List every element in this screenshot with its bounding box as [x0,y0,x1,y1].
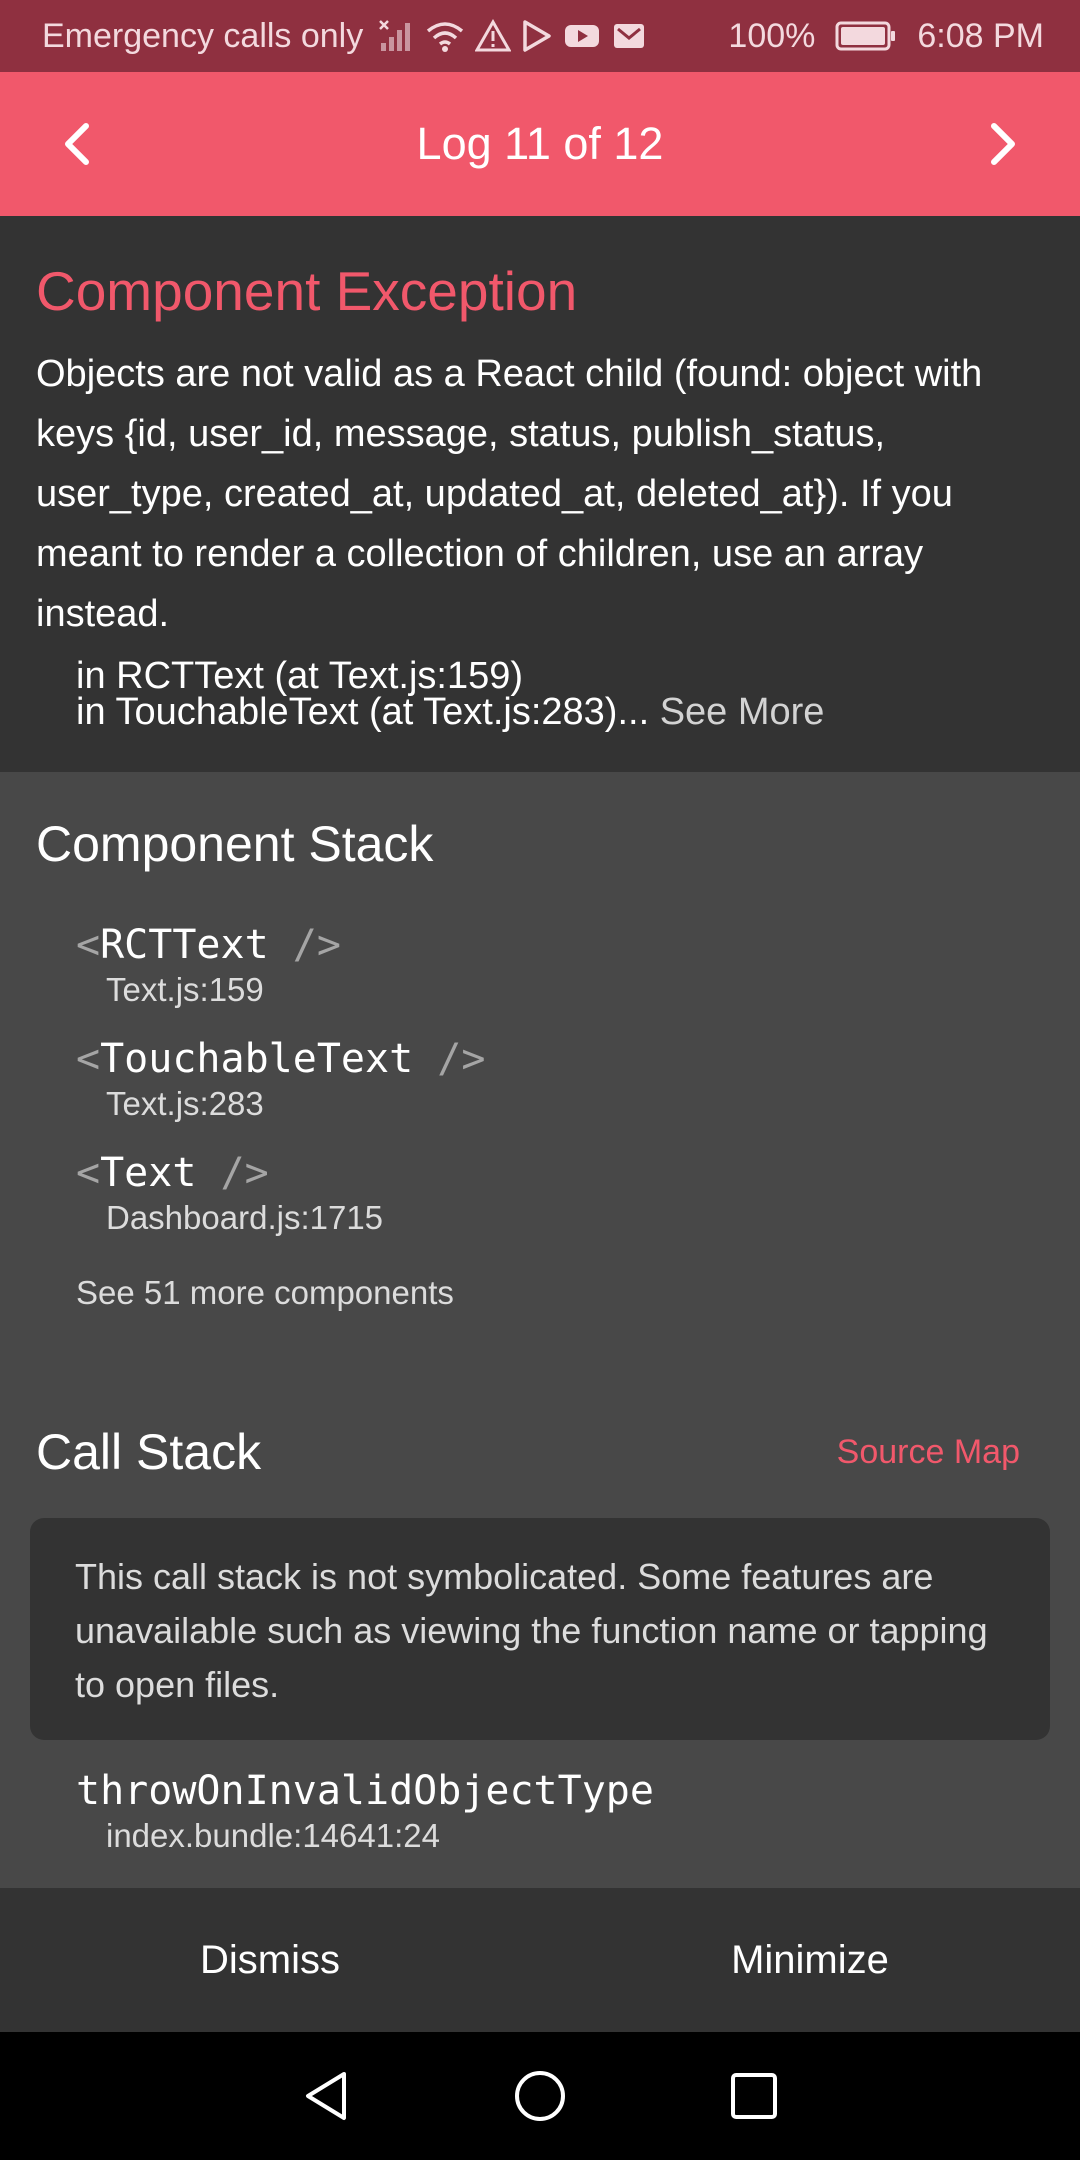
source-map-button[interactable]: Source Map [837,1433,1020,1472]
exception-stack-line: in RCTText (at Text.js:159) [76,655,524,697]
frame-name: <TouchableText /> [76,1036,486,1082]
status-left: Emergency calls only [42,17,647,56]
next-log-button[interactable] [930,72,1074,216]
frame-component-name: RCTText [100,922,269,968]
battery-percent: 100% [728,16,816,55]
minimize-button[interactable]: Minimize [540,1888,1080,2032]
signal-off-icon [379,20,411,51]
symbolication-notice: This call stack is not symbolicated. Som… [30,1518,1050,1740]
carrier-text: Emergency calls only [42,16,364,55]
chevron-right-icon [991,123,1015,165]
frame-component-name: TouchableText [100,1036,414,1082]
wifi-icon [427,22,464,52]
status-bar: Emergency calls only 100% 6:08 PM [0,0,1080,72]
exception-stack: in RCTText (at Text.js:159) in Touchable… [76,655,1044,733]
frame-location: Dashboard.js:1715 [106,1199,384,1236]
see-more-components-link[interactable]: See 51 more components [76,1274,1044,1312]
status-right: 100% 6:08 PM [728,17,1044,56]
component-frame[interactable]: <RCTText /> Text.js:159 [76,920,1044,1010]
recents-square-icon[interactable] [728,2070,780,2122]
redbox-screen: Emergency calls only 100% 6:08 PM Log 11… [0,0,1080,2160]
back-triangle-icon[interactable] [300,2068,352,2124]
mail-icon [614,24,645,48]
see-more-link[interactable]: See More [649,691,825,733]
home-circle-icon[interactable] [512,2068,568,2124]
clock: 6:08 PM [917,16,1044,55]
frame-function-name: throwOnInvalidObjectType [76,1768,654,1814]
frame-location: index.bundle:14641:24 [106,1817,440,1854]
bottom-action-bar: Dismiss Minimize [0,1888,1080,2032]
youtube-icon [565,25,600,47]
frame-name: <Text /> [76,1150,269,1196]
frame-name: <RCTText /> [76,922,341,968]
component-frame[interactable]: <Text /> Dashboard.js:1715 [76,1148,1044,1238]
status-icons [379,19,647,53]
call-stack-section: Call Stack Source Map This call stack is… [0,1420,1080,1854]
play-store-icon [523,20,551,52]
call-stack-header: Call Stack Source Map [0,1420,1080,1484]
previous-log-button[interactable] [6,72,150,216]
exception-stack-line: in TouchableText (at Text.js:283)... See… [76,691,1044,733]
system-nav-bar [0,2032,1080,2160]
call-stack-frame[interactable]: throwOnInvalidObjectType index.bundle:14… [76,1766,654,1856]
exception-message: Objects are not valid as a React child (… [36,353,983,635]
frame-location: Text.js:283 [106,1085,264,1122]
component-stack-title: Component Stack [36,816,434,872]
log-title: Log 11 of 12 [416,118,664,169]
log-header: Log 11 of 12 [0,72,1080,216]
exception-panel: Component Exception Objects are not vali… [0,216,1080,772]
chevron-left-icon [65,123,89,165]
frame-component-name: Text [100,1150,197,1196]
dismiss-button[interactable]: Dismiss [0,1888,540,2032]
call-stack-title: Call Stack [36,1424,262,1480]
battery-icon [835,20,897,52]
component-frame[interactable]: <TouchableText /> Text.js:283 [76,1034,1044,1124]
exception-title: Component Exception [36,260,578,322]
frame-location: Text.js:159 [106,971,264,1008]
component-stack-section: Component Stack <RCTText /> Text.js:159 … [0,772,1080,1312]
warning-icon [475,19,512,52]
exception-stack-text: in TouchableText (at Text.js:283)... [76,691,650,733]
